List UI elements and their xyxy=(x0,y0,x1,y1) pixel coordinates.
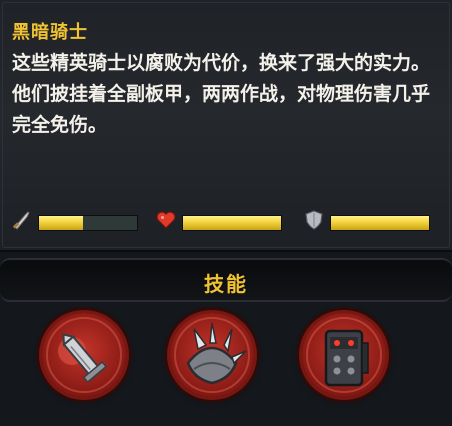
unit-description: 这些精英骑士以腐败为代价，换来了强大的实力。他们披挂着全副板甲，两两作战，对物理… xyxy=(12,52,431,136)
attack-bar-fill xyxy=(39,216,84,230)
health-bar xyxy=(182,215,282,231)
skills-title: 技能 xyxy=(204,272,248,296)
sword-icon xyxy=(10,209,34,231)
spiked-pauldron-icon xyxy=(186,322,247,385)
attack-bar xyxy=(38,215,138,231)
health-bar-fill xyxy=(183,216,281,230)
heart-icon xyxy=(154,209,178,231)
armor-bar-fill xyxy=(331,216,429,230)
skills-header: 技能 xyxy=(0,258,452,302)
broken-sword-icon xyxy=(58,333,108,384)
attack-stat xyxy=(10,209,138,231)
shield-icon xyxy=(302,209,326,231)
armored-helmet-icon xyxy=(324,329,369,387)
health-stat xyxy=(154,209,284,231)
armor-stat xyxy=(302,209,434,231)
armor-bar xyxy=(330,215,430,231)
skill-button-1[interactable] xyxy=(42,313,126,397)
unit-info-panel: 黑暗骑士 这些精英骑士以腐败为代价，换来了强大的实力。他们披挂着全副板甲，两两作… xyxy=(0,0,452,252)
unit-name: 黑暗骑士 xyxy=(12,22,88,43)
skill-button-3[interactable] xyxy=(302,313,386,397)
skill-button-2[interactable] xyxy=(170,313,254,397)
